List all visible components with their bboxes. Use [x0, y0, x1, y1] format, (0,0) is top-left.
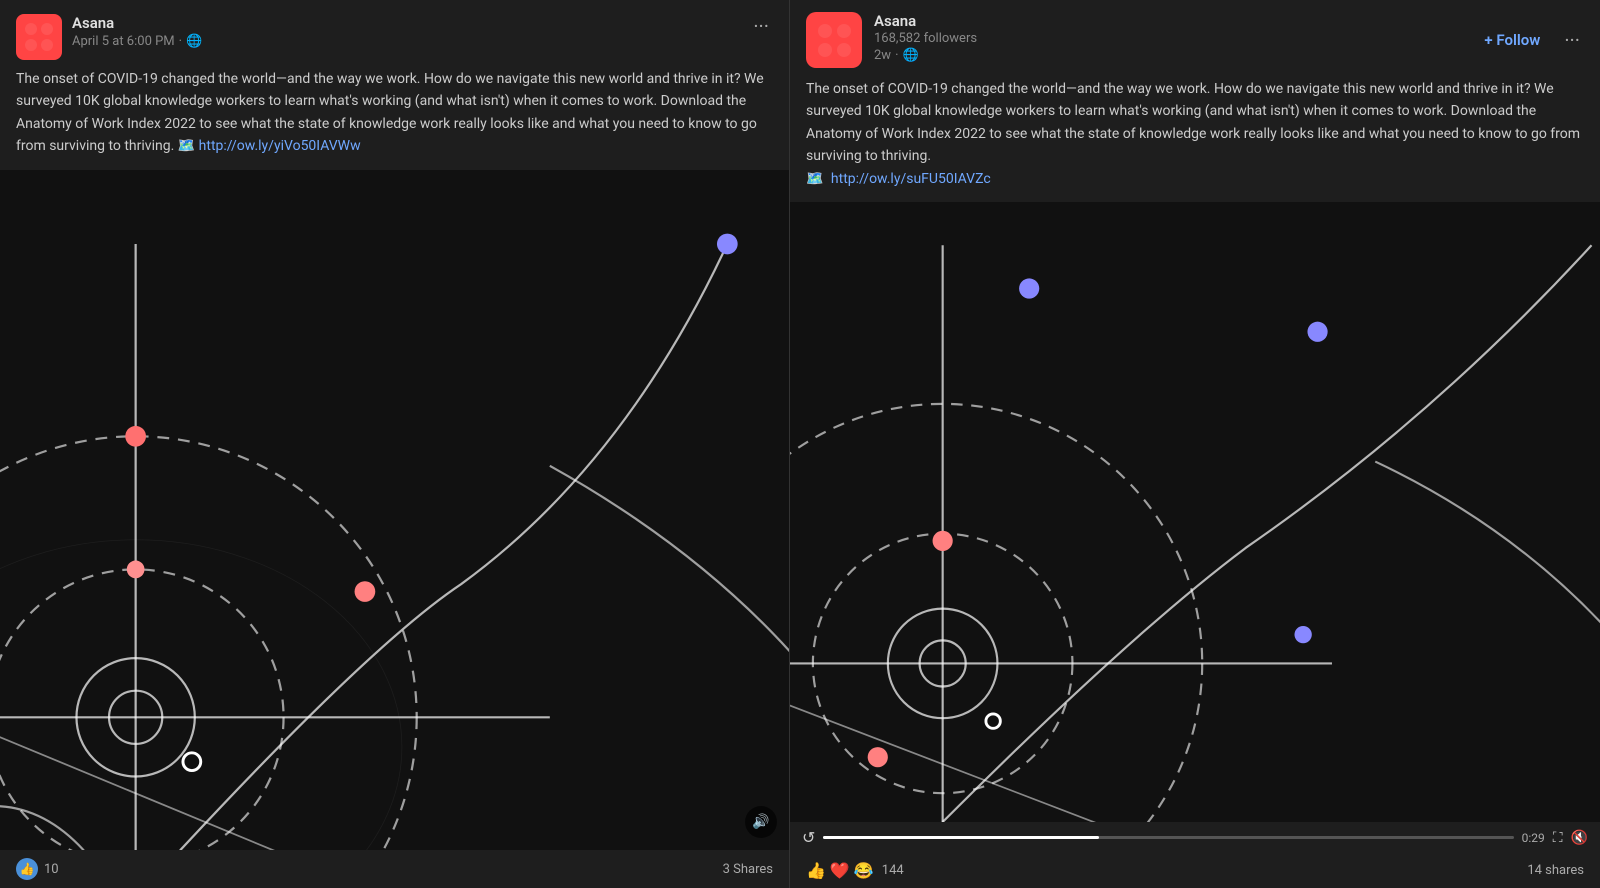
- video-time: 0:29: [1522, 831, 1545, 845]
- left-avatar: [16, 14, 62, 60]
- left-post-image: 🔊: [0, 170, 789, 850]
- right-video-controls: ↺ 0:29 ⛶ 🔇: [790, 822, 1600, 853]
- left-shares-count: 3 Shares: [723, 862, 773, 877]
- right-post-text: The onset of COVID-19 changed the world—…: [790, 68, 1600, 202]
- left-post-link[interactable]: http://ow.ly/yiVo50IAVWw: [199, 138, 361, 154]
- left-post-info: Asana April 5 at 6:00 PM · 🌐: [72, 14, 749, 49]
- left-mute-button[interactable]: 🔊: [745, 806, 777, 838]
- avatar-dot-3: [25, 39, 37, 51]
- video-progress-fill: [823, 836, 1099, 839]
- right-post-image: [790, 202, 1600, 822]
- left-globe-icon: 🌐: [186, 34, 202, 49]
- right-author-name[interactable]: Asana: [874, 12, 977, 30]
- replay-button[interactable]: ↺: [802, 828, 815, 847]
- avatar-dot-4: [41, 39, 53, 51]
- right-more-button[interactable]: ···: [1560, 28, 1584, 52]
- right-followers: 168,582 followers: [874, 31, 977, 46]
- right-reaction-count: 144: [882, 863, 904, 878]
- left-post-date: April 5 at 6:00 PM: [72, 34, 175, 49]
- right-post-meta: 2w · 🌐: [874, 48, 977, 63]
- left-post-header: Asana April 5 at 6:00 PM · 🌐 ···: [0, 0, 789, 68]
- left-post-text: The onset of COVID-19 changed the world—…: [0, 68, 789, 170]
- right-avatar-dot-4: [837, 43, 851, 57]
- left-reactions: 👍 10: [16, 858, 59, 880]
- right-post: Asana 168,582 followers 2w · 🌐 + Follow …: [790, 0, 1600, 888]
- left-post: Asana April 5 at 6:00 PM · 🌐 ··· The ons…: [0, 0, 790, 888]
- left-more-button[interactable]: ···: [749, 14, 773, 38]
- right-reactions: 👍 ❤️ 😂 144: [806, 861, 904, 880]
- left-post-meta: April 5 at 6:00 PM · 🌐: [72, 34, 749, 49]
- right-post-time: 2w: [874, 48, 891, 63]
- fullscreen-button[interactable]: ⛶: [1553, 830, 1563, 846]
- avatar-dot-1: [25, 23, 37, 35]
- right-post-link[interactable]: http://ow.ly/suFU50IAVZc: [831, 171, 991, 187]
- right-post-footer: 👍 ❤️ 😂 144 14 shares: [790, 853, 1600, 888]
- right-post-header-row: Asana 168,582 followers 2w · 🌐 + Follow …: [790, 0, 1600, 68]
- left-post-footer: 👍 10 3 Shares: [0, 850, 789, 888]
- avatar-dot-2: [41, 23, 53, 35]
- left-like-emoji: 👍: [16, 858, 38, 880]
- right-globe-icon: 🌐: [902, 48, 918, 63]
- volume-button[interactable]: 🔇: [1571, 830, 1588, 846]
- right-avatar-dot-3: [818, 43, 832, 57]
- right-avatar-dot-2: [837, 24, 851, 38]
- right-post-header-info: Asana 168,582 followers 2w · 🌐: [806, 12, 977, 68]
- video-progress-bar[interactable]: [823, 836, 1513, 839]
- follow-button[interactable]: + Follow: [1484, 31, 1540, 49]
- right-shares-count: 14 shares: [1527, 863, 1584, 878]
- right-avatar-dot-1: [818, 24, 832, 38]
- left-reaction-count: 10: [44, 862, 59, 877]
- left-author-name[interactable]: Asana: [72, 14, 749, 32]
- right-post-info: Asana 168,582 followers 2w · 🌐: [874, 12, 977, 63]
- right-avatar: [806, 12, 862, 68]
